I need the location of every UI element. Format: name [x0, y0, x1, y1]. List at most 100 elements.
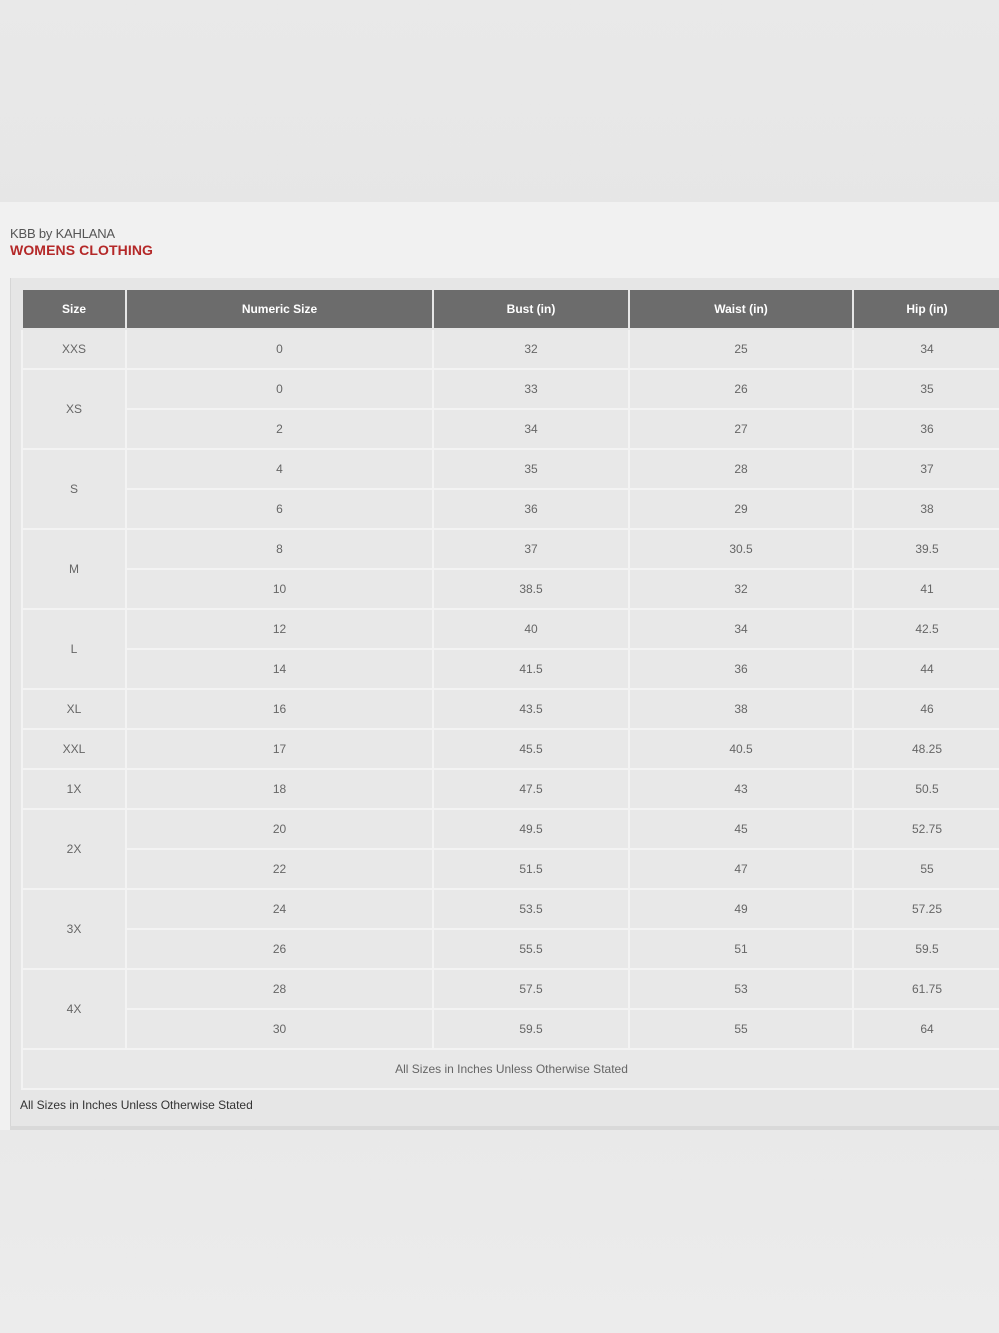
numeric-size-cell: 17 [125, 728, 434, 770]
bust-cell: 35 [432, 448, 630, 490]
waist-cell: 32 [628, 568, 854, 610]
waist-cell: 55 [628, 1008, 854, 1050]
size-label-cell: 1X [21, 768, 127, 810]
bust-cell: 40 [432, 608, 630, 650]
size-table: Size Numeric Size Bust (in) Waist (in) H… [21, 288, 999, 1090]
table-row: 1X 18 47.5 43 50.5 [21, 768, 999, 810]
table-header-row: Size Numeric Size Bust (in) Waist (in) H… [21, 288, 999, 330]
size-label-cell: S [21, 448, 127, 530]
waist-cell: 45 [628, 808, 854, 850]
table-row: XXL 17 45.5 40.5 48.25 [21, 728, 999, 770]
hip-cell: 55 [852, 848, 999, 890]
hip-cell: 38 [852, 488, 999, 530]
hip-cell: 35 [852, 368, 999, 410]
bust-cell: 41.5 [432, 648, 630, 690]
table-row: XL 16 43.5 38 46 [21, 688, 999, 730]
hip-cell: 37 [852, 448, 999, 490]
bust-cell: 32 [432, 328, 630, 370]
numeric-size-cell: 20 [125, 808, 434, 850]
numeric-size-cell: 4 [125, 448, 434, 490]
waist-cell: 43 [628, 768, 854, 810]
numeric-size-cell: 0 [125, 368, 434, 410]
numeric-size-cell: 16 [125, 688, 434, 730]
hip-cell: 42.5 [852, 608, 999, 650]
bust-cell: 38.5 [432, 568, 630, 610]
waist-cell: 29 [628, 488, 854, 530]
header-bust: Bust (in) [432, 288, 630, 330]
size-label-cell: XXS [21, 328, 127, 370]
waist-cell: 51 [628, 928, 854, 970]
hip-cell: 50.5 [852, 768, 999, 810]
numeric-size-cell: 28 [125, 968, 434, 1010]
bust-cell: 37 [432, 528, 630, 570]
hip-cell: 64 [852, 1008, 999, 1050]
hip-cell: 52.75 [852, 808, 999, 850]
numeric-size-cell: 8 [125, 528, 434, 570]
waist-cell: 30.5 [628, 528, 854, 570]
page-footnote: All Sizes in Inches Unless Otherwise Sta… [20, 1098, 253, 1112]
numeric-size-cell: 22 [125, 848, 434, 890]
table-row: 2X 20 49.5 45 52.75 [21, 808, 999, 890]
table-container: Size Numeric Size Bust (in) Waist (in) H… [10, 278, 999, 1126]
table-row: L 12 40 34 42.5 [21, 608, 999, 690]
table-row: 30 59.5 55 64 [22, 1008, 999, 1050]
waist-cell: 49 [628, 888, 854, 930]
size-label-cell: 3X [21, 888, 127, 970]
waist-cell: 26 [628, 368, 854, 410]
hip-cell: 34 [852, 328, 999, 370]
table-row: S 4 35 28 37 [21, 448, 999, 530]
hip-cell: 44 [852, 648, 999, 690]
table-row: 2 34 27 36 [22, 408, 999, 450]
bust-cell: 55.5 [432, 928, 630, 970]
size-label-cell: XXL [21, 728, 127, 770]
table-row: 10 38.5 32 41 [22, 568, 999, 610]
hip-cell: 39.5 [852, 528, 999, 570]
size-chart-panel: KBB by KAHLANA WOMENS CLOTHING Size Nume… [0, 202, 999, 1130]
size-label-cell: XL [21, 688, 127, 730]
table-row: 6 36 29 38 [22, 488, 999, 530]
numeric-size-cell: 18 [125, 768, 434, 810]
bust-cell: 34 [432, 408, 630, 450]
waist-cell: 28 [628, 448, 854, 490]
table-row: 4X 28 57.5 53 61.75 [21, 968, 999, 1050]
header-waist: Waist (in) [628, 288, 854, 330]
hip-cell: 36 [852, 408, 999, 450]
waist-cell: 27 [628, 408, 854, 450]
numeric-size-cell: 30 [125, 1008, 434, 1050]
numeric-size-cell: 10 [125, 568, 434, 610]
table-row: 14 41.5 36 44 [22, 648, 999, 690]
waist-cell: 36 [628, 648, 854, 690]
table-footnote-row: All Sizes in Inches Unless Otherwise Sta… [21, 1048, 999, 1090]
waist-cell: 40.5 [628, 728, 854, 770]
hip-cell: 57.25 [852, 888, 999, 930]
numeric-size-cell: 26 [125, 928, 434, 970]
bust-cell: 47.5 [432, 768, 630, 810]
table-footnote: All Sizes in Inches Unless Otherwise Sta… [21, 1048, 999, 1090]
table-row: 22 51.5 47 55 [22, 848, 999, 890]
panel-bottom-border [10, 1126, 999, 1130]
bust-cell: 59.5 [432, 1008, 630, 1050]
bust-cell: 33 [432, 368, 630, 410]
numeric-size-cell: 14 [125, 648, 434, 690]
waist-cell: 34 [628, 608, 854, 650]
waist-cell: 53 [628, 968, 854, 1010]
size-label-cell: XS [21, 368, 127, 450]
size-label-cell: M [21, 528, 127, 610]
bust-cell: 45.5 [432, 728, 630, 770]
table-row: M 8 37 30.5 39.5 [21, 528, 999, 610]
bust-cell: 36 [432, 488, 630, 530]
brand-name: KBB by KAHLANA [10, 226, 115, 241]
section-title: WOMENS CLOTHING [10, 242, 154, 258]
hip-cell: 41 [852, 568, 999, 610]
waist-cell: 38 [628, 688, 854, 730]
table-row: XXS 0 32 25 34 [21, 328, 999, 370]
waist-cell: 47 [628, 848, 854, 890]
size-label-cell: 4X [21, 968, 127, 1050]
header-size: Size [21, 288, 127, 330]
bust-cell: 49.5 [432, 808, 630, 850]
header-hip: Hip (in) [852, 288, 999, 330]
numeric-size-cell: 24 [125, 888, 434, 930]
numeric-size-cell: 2 [125, 408, 434, 450]
table-row: XS 0 33 26 35 [21, 368, 999, 450]
table-row: 3X 24 53.5 49 57.25 [21, 888, 999, 970]
